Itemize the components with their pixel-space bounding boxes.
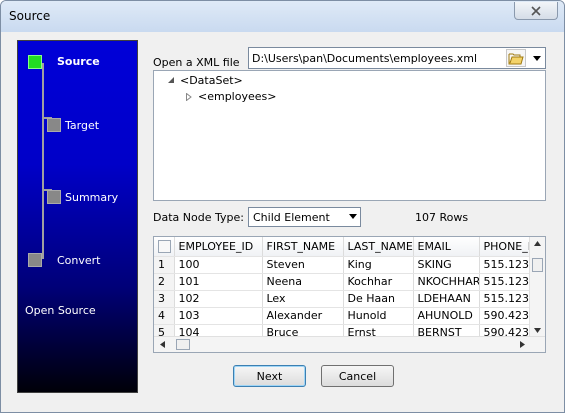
vertical-scrollbar[interactable] — [529, 237, 545, 337]
column-header[interactable]: PHONE_I — [479, 237, 530, 257]
table-cell[interactable]: 515.123 — [479, 273, 530, 291]
close-button[interactable] — [514, 2, 558, 20]
chevron-down-icon — [532, 55, 541, 61]
table-cell[interactable]: 590.423 — [479, 307, 530, 325]
step-label-source: Source — [57, 55, 100, 68]
xml-tree-view[interactable]: <DataSet> <employees> — [153, 70, 546, 201]
open-folder-icon — [508, 53, 524, 65]
row-number: 1 — [154, 256, 175, 274]
path-dropdown-button[interactable] — [528, 48, 545, 68]
table-cell[interactable]: Hunold — [343, 307, 414, 325]
step-label-target: Target — [65, 119, 100, 132]
table-cell[interactable]: De Haan — [343, 290, 414, 308]
select-all-checkbox[interactable] — [154, 237, 175, 257]
table-cell[interactable]: 515.123 — [479, 256, 530, 274]
column-header[interactable]: LAST_NAME — [343, 237, 414, 257]
table-cell[interactable]: Kochhar — [343, 273, 414, 291]
window-title: Source — [9, 9, 51, 23]
table-cell[interactable]: 103 — [174, 307, 263, 325]
table-row[interactable]: 2 101 Neena Kochhar NKOCHHAR 515.123 — [154, 273, 530, 291]
data-node-type-label: Data Node Type: — [153, 211, 244, 224]
tree-node-employees[interactable]: <employees> — [184, 90, 276, 103]
step-connector — [42, 63, 44, 259]
chevron-down-icon — [349, 214, 357, 219]
wizard-steps-panel: Source Target Summary Convert Open Sourc… — [17, 40, 138, 393]
row-number: 2 — [154, 273, 175, 291]
data-node-type-value: Child Element — [253, 211, 330, 224]
horizontal-scroll-thumb[interactable] — [176, 339, 190, 350]
xml-file-label: Open a XML file — [153, 56, 240, 69]
scroll-up-icon[interactable] — [534, 241, 541, 246]
table-cell[interactable]: Steven — [262, 256, 344, 274]
scroll-left-icon[interactable] — [160, 341, 165, 348]
cancel-button[interactable]: Cancel — [321, 365, 394, 387]
row-number: 4 — [154, 307, 175, 325]
step-label-summary: Summary — [65, 191, 119, 204]
xml-path-combobox[interactable] — [248, 47, 546, 69]
step-marker-convert — [28, 253, 42, 267]
table-row[interactable]: 3 102 Lex De Haan LDEHAAN 515.123 — [154, 290, 530, 308]
scroll-right-icon[interactable] — [520, 341, 525, 348]
table-cell[interactable]: NKOCHHAR — [413, 273, 480, 291]
column-header[interactable]: EMAIL — [413, 237, 480, 257]
column-header[interactable]: EMPLOYEE_ID — [174, 237, 263, 257]
table-cell[interactable]: Alexander — [262, 307, 344, 325]
row-count: 107 Rows — [415, 211, 469, 224]
wizard-window: Source Source Target Summary Convert Ope… — [0, 0, 565, 413]
expand-icon[interactable] — [184, 92, 194, 102]
xml-path-input[interactable] — [252, 51, 502, 65]
data-node-type-select[interactable]: Child Element — [248, 207, 361, 227]
table-cell[interactable]: 100 — [174, 256, 263, 274]
close-icon — [531, 5, 541, 16]
collapse-icon[interactable] — [166, 76, 176, 86]
step-label-convert: Convert — [57, 254, 101, 267]
grid-table: EMPLOYEE_ID FIRST_NAME LAST_NAME EMAIL P… — [154, 237, 530, 342]
tree-node-root[interactable]: <DataSet> — [166, 74, 243, 87]
table-cell[interactable]: 102 — [174, 290, 263, 308]
column-header[interactable]: FIRST_NAME — [262, 237, 344, 257]
vertical-scroll-thumb[interactable] — [532, 258, 543, 272]
table-cell[interactable]: LDEHAAN — [413, 290, 480, 308]
step-marker-source — [28, 55, 42, 69]
title-bar: Source — [1, 1, 564, 32]
table-cell[interactable]: Lex — [262, 290, 344, 308]
browse-button[interactable] — [506, 49, 526, 67]
table-cell[interactable]: 515.123 — [479, 290, 530, 308]
data-grid[interactable]: EMPLOYEE_ID FIRST_NAME LAST_NAME EMAIL P… — [153, 236, 546, 353]
grid-header-row: EMPLOYEE_ID FIRST_NAME LAST_NAME EMAIL P… — [154, 237, 530, 257]
step-marker-target — [47, 118, 61, 132]
table-cell[interactable]: King — [343, 256, 414, 274]
table-cell[interactable]: 101 — [174, 273, 263, 291]
table-cell[interactable]: AHUNOLD — [413, 307, 480, 325]
table-cell[interactable]: SKING — [413, 256, 480, 274]
tree-node-label: <DataSet> — [180, 74, 243, 87]
row-number: 3 — [154, 290, 175, 308]
dialog-body: Source Target Summary Convert Open Sourc… — [7, 32, 560, 408]
table-cell[interactable]: Neena — [262, 273, 344, 291]
table-row[interactable]: 4 103 Alexander Hunold AHUNOLD 590.423 — [154, 307, 530, 325]
table-row[interactable]: 1 100 Steven King SKING 515.123 — [154, 256, 530, 274]
next-button[interactable]: Next — [233, 365, 306, 387]
scroll-down-icon[interactable] — [534, 328, 541, 333]
step-marker-summary — [47, 190, 61, 204]
tree-node-label: <employees> — [198, 90, 277, 103]
horizontal-scrollbar[interactable] — [154, 336, 545, 352]
step-hint: Open Source — [25, 304, 96, 317]
